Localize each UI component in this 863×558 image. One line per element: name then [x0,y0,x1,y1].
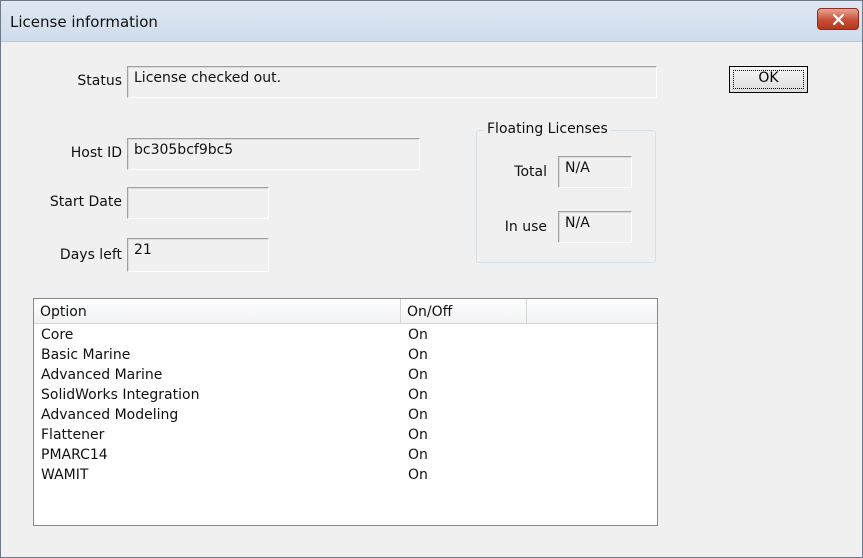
options-list[interactable]: Option On/Off Core On Basic Marine On Advanc… [33,298,658,526]
focus-rect [733,70,804,89]
option-state-cell: On [408,407,428,423]
option-name-cell: PMARC14 [41,447,108,463]
start-date-label: Start Date [49,194,122,210]
days-left-field: 21 [127,238,269,272]
status-label: Status [77,73,122,89]
title-bar[interactable]: License information [1,1,862,42]
in-use-label: In use [504,219,547,235]
option-state-cell: On [408,467,428,483]
status-field: License checked out. [127,66,657,98]
table-row[interactable]: WAMIT On [34,465,657,485]
option-name-cell: Flattener [41,427,105,443]
list-header: Option On/Off [34,299,657,324]
floating-licenses-group: Floating Licenses Total N/A In use N/A [476,121,656,263]
option-state-cell: On [408,387,428,403]
option-name-cell: Basic Marine [41,347,131,363]
table-row[interactable]: Basic Marine On [34,345,657,365]
option-name-cell: Advanced Marine [41,367,163,383]
days-left-label: Days left [59,247,122,263]
host-id-field: bc305bcf9bc5 [127,138,420,170]
option-state-cell: On [408,367,428,383]
option-state-cell: On [408,427,428,443]
license-dialog: License information Status License check… [0,0,863,558]
list-rows: Core On Basic Marine On Advanced Marine On Sol… [34,325,657,485]
column-header-blank[interactable] [527,299,657,323]
floating-licenses-title: Floating Licenses [484,121,611,137]
window-title: License information [10,13,158,31]
close-button[interactable] [817,8,859,30]
option-name-cell: Core [41,327,74,343]
table-row[interactable]: Advanced Marine On [34,365,657,385]
total-label: Total [514,164,547,180]
table-row[interactable]: Advanced Modeling On [34,405,657,425]
ok-button[interactable]: OK [729,66,808,93]
column-header-on-off[interactable]: On/Off [401,299,527,323]
option-state-cell: On [408,327,428,343]
table-row[interactable]: Flattener On [34,425,657,445]
option-name-cell: SolidWorks Integration [41,387,200,403]
dialog-body: Status License checked out. OK Host ID b… [10,42,853,545]
option-name-cell: Advanced Modeling [41,407,179,423]
total-field: N/A [558,156,632,188]
option-state-cell: On [408,347,428,363]
table-row[interactable]: Core On [34,325,657,345]
option-state-cell: On [408,447,428,463]
host-id-label: Host ID [70,145,122,161]
close-icon [833,14,844,25]
column-header-option[interactable]: Option [34,299,401,323]
option-name-cell: WAMIT [41,467,89,483]
in-use-field: N/A [558,211,632,243]
table-row[interactable]: PMARC14 On [34,445,657,465]
table-row[interactable]: SolidWorks Integration On [34,385,657,405]
start-date-field [127,187,269,219]
